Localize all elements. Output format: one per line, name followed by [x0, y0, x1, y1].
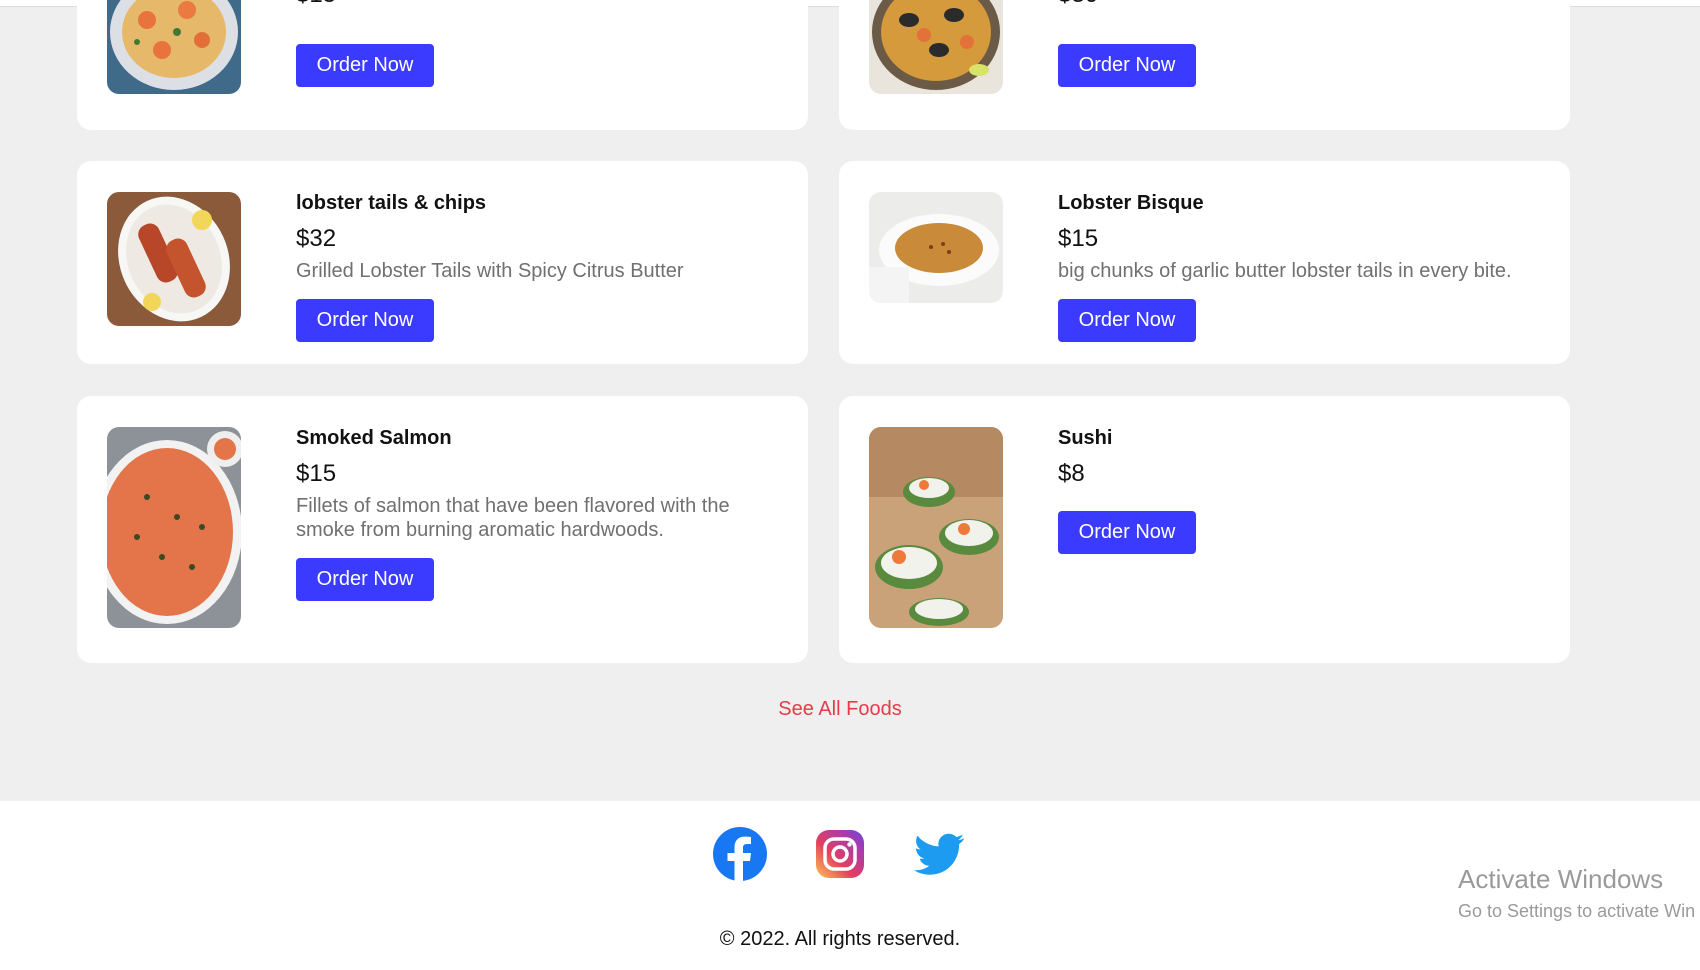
food-image-sushi	[869, 427, 1003, 628]
food-name: Smoked Salmon	[296, 427, 452, 449]
order-now-button[interactable]: Order Now	[296, 44, 434, 87]
food-price: $15	[296, 0, 788, 10]
food-image-lobster-tails	[107, 192, 241, 326]
order-now-button[interactable]: Order Now	[1058, 299, 1196, 342]
food-card-seafood-paella: $30 Order Now	[839, 0, 1570, 130]
twitter-icon[interactable]	[911, 826, 967, 882]
order-now-button[interactable]: Order Now	[296, 558, 434, 601]
food-name: Lobster Bisque	[1058, 192, 1204, 214]
food-description: Fillets of salmon that have been flavore…	[296, 495, 730, 541]
instagram-icon[interactable]	[812, 826, 868, 882]
food-image-seafood-paella	[869, 0, 1003, 94]
food-description: big chunks of garlic butter lobster tail…	[1058, 260, 1512, 282]
food-price: $8	[1058, 460, 1085, 487]
activate-windows-title: Activate Windows	[1458, 864, 1664, 894]
order-now-button[interactable]: Order Now	[1058, 44, 1196, 87]
food-price: $15	[1058, 225, 1099, 252]
see-all-foods-link[interactable]: See All Foods	[0, 698, 1680, 721]
food-card-sushi: Sushi $8 Order Now	[839, 396, 1570, 663]
food-card-smoked-salmon: Smoked Salmon $15 Fillets of salmon that…	[77, 396, 808, 663]
copyright-text: © 2022. All rights reserved.	[719, 928, 961, 950]
food-card-lobster-bisque: Lobster Bisque $15 big chunks of garlic …	[839, 161, 1570, 364]
footer: © 2022. All rights reserved. Activate Wi…	[0, 801, 1700, 970]
food-price: $30	[1058, 0, 1550, 10]
food-image-smoked-salmon	[107, 427, 241, 628]
food-description: Grilled Lobster Tails with Spicy Citrus …	[296, 260, 684, 282]
food-image-lobster-bisque	[869, 192, 1003, 303]
order-now-button[interactable]: Order Now	[1058, 511, 1196, 554]
food-name: Sushi	[1058, 427, 1113, 449]
food-name: lobster tails & chips	[296, 192, 487, 214]
food-card-shrimp-pasta: $15 Order Now	[77, 0, 808, 130]
food-price: $15	[296, 460, 337, 487]
food-image-shrimp-pasta	[107, 0, 241, 94]
food-card-lobster-tails: lobster tails & chips $32 Grilled Lobste…	[77, 161, 808, 364]
order-now-button[interactable]: Order Now	[296, 299, 434, 342]
activate-windows-subtitle: Go to Settings to activate Win	[1458, 901, 1696, 921]
activate-windows-watermark: Activate Windows Go to Settings to activ…	[1458, 864, 1695, 922]
facebook-icon[interactable]	[712, 826, 768, 882]
food-price: $32	[296, 225, 337, 252]
